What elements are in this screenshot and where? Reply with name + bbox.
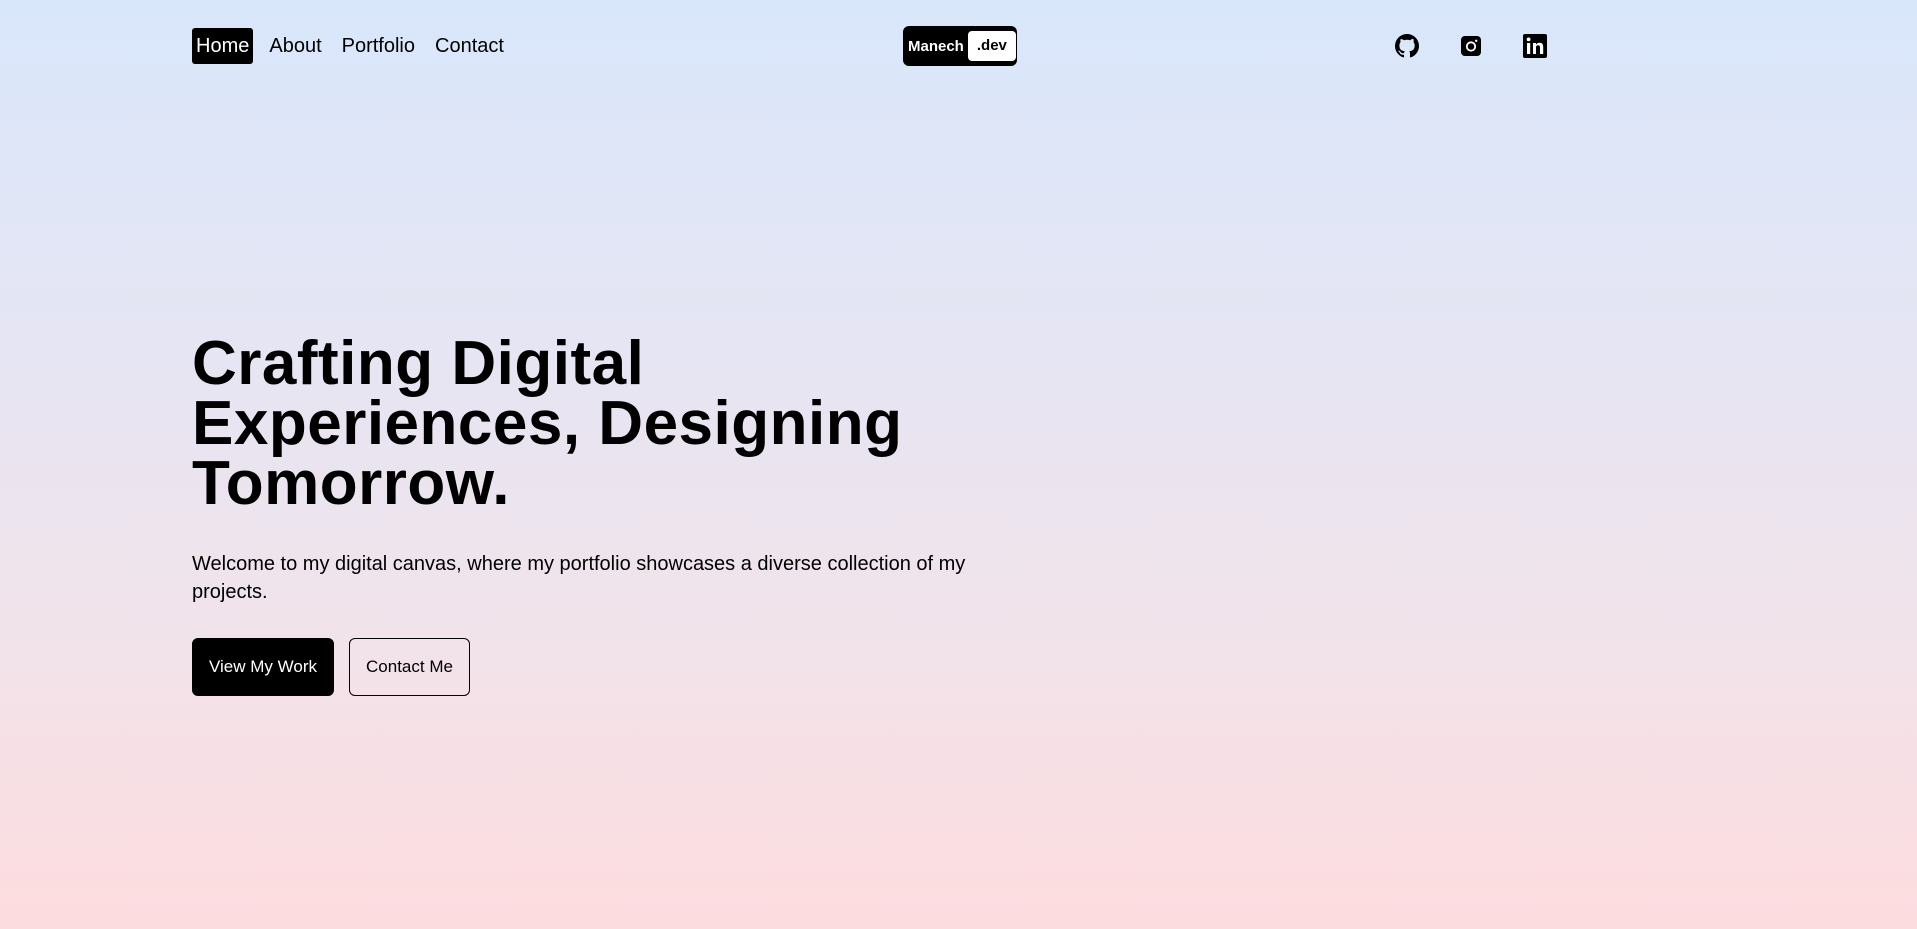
linkedin-link[interactable] — [1522, 33, 1548, 59]
github-link[interactable] — [1394, 33, 1420, 59]
logo-tld: .dev — [967, 31, 1016, 61]
hero-title-line: Crafting Digital — [192, 329, 645, 398]
logo-name: Manech — [908, 37, 964, 55]
social-links — [1394, 33, 1548, 59]
linkedin-icon — [1523, 34, 1547, 58]
hero-section: Crafting Digital Experiences, Designing … — [192, 333, 992, 696]
instagram-icon — [1461, 36, 1481, 56]
hero-title-line: Experiences, Designing — [192, 389, 903, 458]
nav-item-home[interactable]: Home — [192, 28, 254, 64]
hero-subtitle: Welcome to my digital canvas, where my p… — [192, 553, 966, 603]
hero-title: Crafting Digital Experiences, Designing … — [192, 333, 992, 515]
nav-item-about[interactable]: About — [265, 28, 325, 64]
view-my-work-button[interactable]: View My Work — [192, 638, 335, 696]
hero-title-line: Tomorrow. — [192, 449, 510, 518]
site-logo[interactable]: Manech .dev — [903, 26, 1017, 66]
hero-actions: View My Work Contact Me — [192, 638, 992, 696]
instagram-link[interactable] — [1458, 33, 1484, 59]
nav-item-contact[interactable]: Contact — [431, 28, 508, 64]
main-nav: Home About Portfolio Contact — [192, 28, 508, 64]
contact-me-button[interactable]: Contact Me — [349, 638, 470, 696]
github-icon — [1395, 34, 1419, 58]
nav-item-portfolio[interactable]: Portfolio — [338, 28, 419, 64]
